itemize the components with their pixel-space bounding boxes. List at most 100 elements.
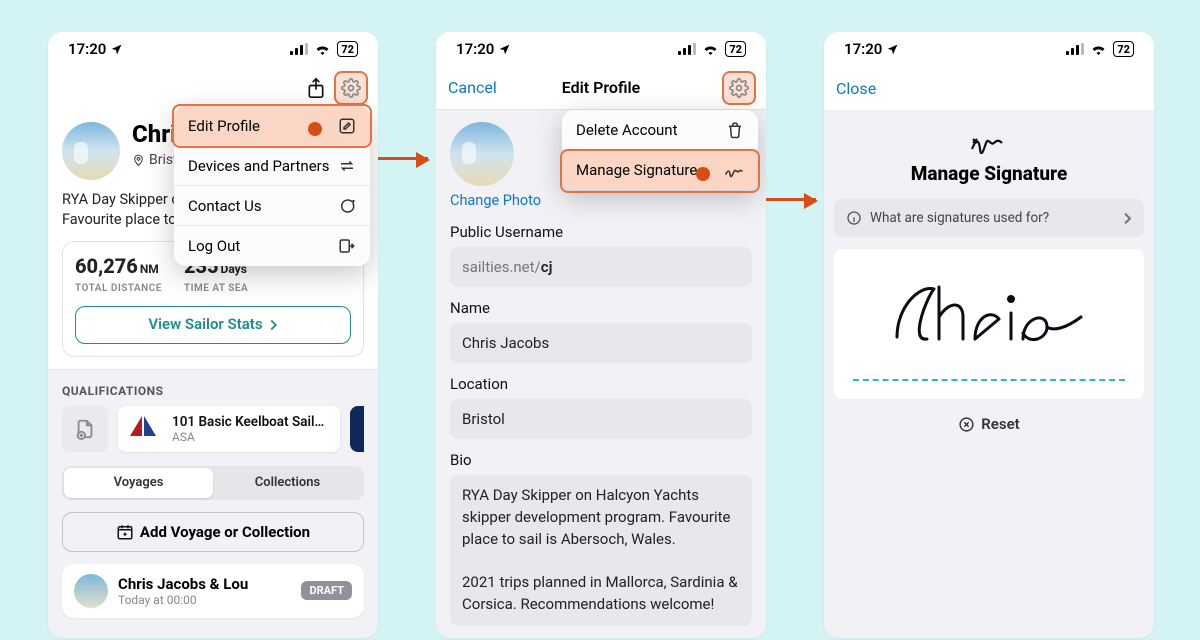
view-sailor-stats-button[interactable]: View Sailor Stats — [75, 306, 351, 344]
signature-baseline — [853, 379, 1126, 381]
signature-icon — [969, 132, 1009, 154]
location-arrow-icon — [110, 43, 123, 56]
menu-edit-profile[interactable]: Edit Profile — [174, 106, 370, 146]
add-voyage-button[interactable]: Add Voyage or Collection — [62, 512, 364, 552]
location-label: Location — [450, 375, 752, 393]
segmented-control[interactable]: Voyages Collections — [62, 466, 364, 500]
pin-icon — [132, 153, 145, 167]
status-time: 17:20 — [456, 40, 494, 58]
screen-manage-signature: 17:20 72 Close Manage Signature What are… — [824, 32, 1154, 638]
settings-menu: Edit Profile Devices and Partners Contac… — [174, 106, 370, 266]
reset-label: Reset — [981, 415, 1019, 433]
trash-icon — [726, 121, 744, 139]
wifi-icon — [314, 43, 331, 55]
logout-icon — [338, 237, 356, 255]
settings-button[interactable] — [724, 73, 754, 103]
bio-label: Bio — [450, 451, 752, 469]
draft-badge: DRAFT — [301, 581, 352, 600]
gear-icon — [729, 78, 749, 98]
info-icon — [846, 210, 862, 226]
page-title: Edit Profile — [518, 78, 684, 97]
name-value: Chris Jacobs — [462, 334, 549, 352]
battery-level: 72 — [1117, 43, 1130, 56]
voyage-subtitle: Today at 00:00 — [118, 593, 248, 607]
voyage-title: Chris Jacobs & Lou — [118, 575, 248, 593]
share-icon[interactable] — [306, 77, 326, 99]
menu-logout-label: Log Out — [188, 237, 240, 255]
edit-icon — [338, 117, 356, 135]
menu-delete-account[interactable]: Delete Account — [562, 110, 758, 150]
voyage-avatar — [74, 574, 108, 608]
add-qualification-button[interactable] — [62, 406, 108, 452]
asa-logo-icon — [128, 416, 162, 442]
username-prefix: sailties.net/ — [462, 258, 541, 276]
status-time: 17:20 — [68, 40, 106, 58]
qualification-card-next[interactable] — [350, 406, 364, 452]
location-arrow-icon — [886, 43, 899, 56]
cell-signal-icon — [1066, 43, 1084, 55]
location-field[interactable]: Bristol — [450, 399, 752, 439]
settings-menu: Delete Account Manage Signature — [562, 110, 758, 190]
info-label: What are signatures used for? — [870, 210, 1049, 226]
menu-contact[interactable]: Contact Us — [174, 186, 370, 226]
voyage-card[interactable]: Chris Jacobs & Lou Today at 00:00 DRAFT — [62, 564, 364, 618]
tutorial-arrow — [378, 157, 428, 160]
qualification-card[interactable]: 101 Basic Keelboat Sail… ASA — [118, 406, 340, 452]
avatar[interactable] — [62, 122, 120, 180]
status-time: 17:20 — [844, 40, 882, 58]
battery-level: 72 — [729, 43, 742, 56]
highlight-dot — [696, 167, 710, 181]
bio-field[interactable]: RYA Day Skipper on Halcyon Yachts skippe… — [450, 475, 752, 626]
menu-manage-signature[interactable]: Manage Signature — [562, 150, 758, 190]
signature-header: Manage Signature — [824, 110, 1154, 199]
wifi-icon — [702, 43, 719, 55]
username-field[interactable]: sailties.net/cj — [450, 247, 752, 287]
chat-icon — [338, 197, 356, 215]
x-circle-icon — [958, 416, 975, 433]
tab-voyages[interactable]: Voyages — [64, 468, 213, 498]
stat-distance-unit: NM — [140, 262, 159, 276]
qualifications-header: QUALIFICATIONS — [48, 370, 378, 406]
location-value: Bristol — [462, 410, 505, 428]
chevron-right-icon — [1123, 212, 1132, 225]
avatar[interactable] — [450, 122, 514, 186]
username-label: Public Username — [450, 223, 752, 241]
add-voyage-label: Add Voyage or Collection — [140, 523, 310, 541]
menu-edit-profile-label: Edit Profile — [188, 117, 260, 135]
qualification-title: 101 Basic Keelboat Sail… — [172, 414, 324, 430]
swap-icon — [338, 157, 356, 175]
view-sailor-stats-label: View Sailor Stats — [148, 314, 262, 335]
cancel-button[interactable]: Cancel — [448, 78, 518, 97]
navbar: Cancel Edit Profile — [436, 66, 766, 110]
tab-collections[interactable]: Collections — [213, 468, 362, 498]
settings-button[interactable] — [336, 73, 366, 103]
menu-contact-label: Contact Us — [188, 197, 262, 215]
stat-distance-value: 60,276 — [75, 254, 138, 278]
change-photo-link[interactable]: Change Photo — [450, 192, 541, 209]
cell-signal-icon — [678, 43, 696, 55]
name-label: Name — [450, 299, 752, 317]
location-arrow-icon — [498, 43, 511, 56]
info-disclosure[interactable]: What are signatures used for? — [834, 199, 1144, 237]
stat-days-label: TIME AT SEA — [184, 282, 248, 296]
highlight-dot — [308, 122, 322, 136]
add-document-icon — [74, 418, 96, 440]
stat-distance-label: TOTAL DISTANCE — [75, 282, 162, 296]
calendar-plus-icon — [116, 523, 134, 541]
screen-edit-profile: 17:20 72 Cancel Edit Profile Change Phot… — [436, 32, 766, 638]
cell-signal-icon — [290, 43, 308, 55]
reset-button[interactable]: Reset — [824, 415, 1154, 433]
qualification-org: ASA — [172, 430, 324, 444]
username-value: cj — [541, 258, 553, 276]
navbar: Close — [824, 66, 1154, 110]
signature-canvas[interactable] — [834, 249, 1144, 399]
name-field[interactable]: Chris Jacobs — [450, 323, 752, 363]
menu-logout[interactable]: Log Out — [174, 226, 370, 266]
chevron-right-icon — [269, 319, 278, 331]
menu-devices-label: Devices and Partners — [188, 157, 329, 175]
battery-level: 72 — [341, 43, 354, 56]
gear-icon — [341, 78, 361, 98]
close-button[interactable]: Close — [836, 79, 906, 98]
menu-devices[interactable]: Devices and Partners — [174, 146, 370, 186]
statusbar: 17:20 72 — [436, 32, 766, 66]
